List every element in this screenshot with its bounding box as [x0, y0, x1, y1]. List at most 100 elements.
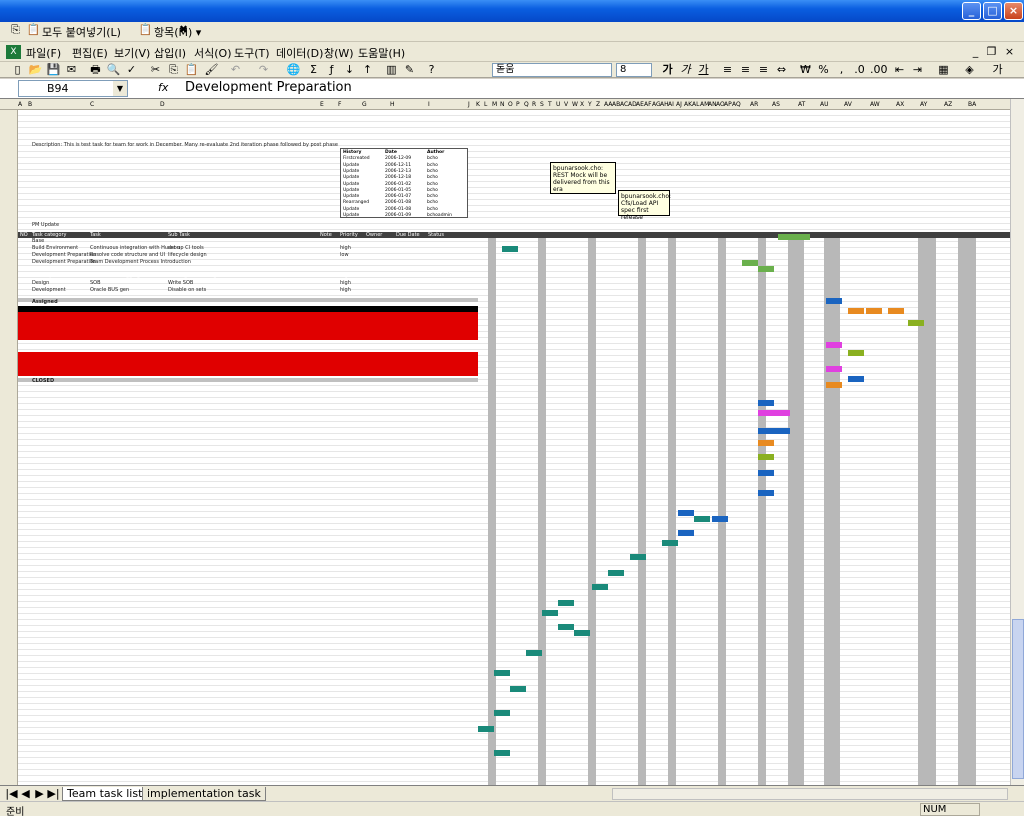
column-header[interactable]: AZ — [944, 101, 952, 108]
table-cell[interactable]: Development Preparation — [32, 252, 96, 258]
column-header[interactable]: AL — [692, 101, 699, 108]
decrease-decimal-icon[interactable]: .00 — [870, 63, 888, 77]
column-header[interactable]: AU — [820, 101, 829, 108]
name-box[interactable]: B94 ▼ — [18, 80, 128, 97]
maximize-button[interactable]: □ — [983, 2, 1002, 20]
column-header[interactable]: E — [320, 101, 324, 108]
history-cell[interactable]: bcho — [427, 169, 438, 174]
underline-icon[interactable]: 가 — [696, 63, 711, 77]
table-cell[interactable]: Oracle BUS gen — [90, 287, 129, 293]
open-icon[interactable]: 📂 — [28, 63, 43, 77]
history-cell[interactable]: 2006-01-02 — [385, 182, 411, 187]
table-column-header[interactable]: Priority — [340, 232, 358, 238]
history-cell[interactable]: Author — [427, 150, 444, 155]
column-header[interactable]: Q — [524, 101, 529, 108]
menu-edit[interactable]: 편집(E) — [72, 45, 108, 61]
formula-input[interactable]: Development Preparation — [185, 80, 352, 95]
table-cell[interactable]: Team Development Process Introduction — [90, 259, 191, 265]
history-cell[interactable]: Update — [343, 169, 359, 174]
history-cell[interactable]: 2006-01-08 — [385, 207, 411, 212]
history-cell[interactable]: bcho — [427, 156, 438, 161]
decrease-indent-icon[interactable]: ⇤ — [892, 63, 907, 77]
history-cell[interactable]: bcho — [427, 163, 438, 168]
table-cell[interactable]: Design — [32, 280, 49, 286]
spelling-icon[interactable]: ✓ — [124, 63, 139, 77]
column-header[interactable]: AS — [772, 101, 780, 108]
column-header[interactable]: AR — [750, 101, 758, 108]
doc-restore-icon[interactable]: ❐ — [984, 45, 999, 59]
history-cell[interactable]: 2006-01-09 — [385, 213, 411, 218]
column-header[interactable]: F — [338, 101, 341, 108]
table-cell[interactable]: SOB — [90, 280, 101, 286]
column-header[interactable]: BA — [968, 101, 976, 108]
history-cell[interactable]: 2006-12-18 — [385, 175, 411, 180]
currency-icon[interactable]: ₩ — [798, 63, 813, 77]
history-cell[interactable]: Update — [343, 188, 359, 193]
column-header[interactable]: I — [428, 101, 430, 108]
history-cell[interactable]: 2006-01-07 — [385, 194, 411, 199]
column-header[interactable]: AY — [920, 101, 927, 108]
table-cell[interactable]: Development Preparation — [32, 259, 96, 265]
column-header[interactable]: AJ — [676, 101, 682, 108]
first-sheet-icon[interactable]: |◀ — [4, 787, 19, 801]
table-cell[interactable]: low — [340, 252, 349, 258]
table-cell[interactable]: Disable on sets — [168, 287, 206, 293]
column-header[interactable]: Z — [596, 101, 600, 108]
menu-view[interactable]: 보기(V) — [114, 45, 150, 61]
copy-toolbar-icon[interactable]: ⎘ — [166, 63, 181, 77]
fill-color-icon[interactable]: ◈ — [962, 63, 977, 77]
column-header[interactable]: O — [508, 101, 513, 108]
table-cell[interactable]: Base — [32, 238, 44, 244]
column-header[interactable]: AQ — [732, 101, 741, 108]
tab-implementation-task[interactable]: implementation task — [142, 787, 266, 801]
history-cell[interactable]: 2006-12-13 — [385, 169, 411, 174]
chevron-down-icon[interactable]: ▼ — [113, 81, 127, 96]
menu-insert[interactable]: 삽입(I) — [154, 45, 186, 61]
merge-center-icon[interactable]: ⇔ — [774, 63, 789, 77]
history-cell[interactable]: 2006-01-08 — [385, 200, 411, 205]
menu-file[interactable]: 파일(F) — [26, 45, 61, 61]
column-header[interactable]: T — [548, 101, 552, 108]
save-icon[interactable]: 💾 — [46, 63, 61, 77]
column-header[interactable]: AF — [644, 101, 652, 108]
column-header[interactable]: V — [564, 101, 568, 108]
table-cell[interactable]: set up CI tools — [168, 245, 204, 251]
table-cell[interactable]: Centralized Logging — [90, 266, 140, 272]
copy-icon[interactable]: ⎘ — [8, 23, 23, 37]
column-header[interactable]: S — [540, 101, 544, 108]
table-cell[interactable]: CoP implementation — [32, 266, 83, 272]
column-header[interactable]: L — [484, 101, 487, 108]
table-cell[interactable]: Resolve code structure and UI — [90, 252, 165, 258]
minimize-button[interactable]: _ — [962, 2, 981, 20]
new-icon[interactable]: ▯ — [10, 63, 25, 77]
table-column-header[interactable]: Owner — [366, 232, 382, 238]
next-sheet-icon[interactable]: ▶ — [32, 787, 47, 801]
print-preview-icon[interactable]: 🔍 — [106, 63, 121, 77]
column-header[interactable]: AB — [612, 101, 620, 108]
table-cell[interactable]: lifecycle design — [168, 252, 207, 258]
tab-team-task-list[interactable]: Team task list — [62, 787, 148, 801]
column-header[interactable]: K — [476, 101, 480, 108]
sort-desc-icon[interactable]: ↑ — [360, 63, 375, 77]
drawing-icon[interactable]: ✎ — [402, 63, 417, 77]
menu-data[interactable]: 데이터(D) — [276, 45, 323, 61]
table-cell[interactable]: Routing table design — [168, 273, 220, 279]
table-column-header[interactable]: Note — [320, 232, 332, 238]
table-cell[interactable]: high — [340, 280, 351, 286]
history-cell[interactable]: bchoadmin — [427, 213, 452, 218]
history-cell[interactable]: 2006-12-11 — [385, 163, 411, 168]
undo-icon[interactable]: ↶ — [228, 63, 243, 77]
prev-sheet-icon[interactable]: ◀ — [18, 787, 33, 801]
align-center-icon[interactable]: ≡ — [738, 63, 753, 77]
print-icon[interactable]: 🖶 — [88, 63, 103, 77]
table-cell[interactable]: Continuous integration with Hudson — [90, 245, 180, 251]
horizontal-scrollbar[interactable] — [612, 788, 1008, 800]
history-cell[interactable]: bcho — [427, 175, 438, 180]
increase-indent-icon[interactable]: ⇥ — [910, 63, 925, 77]
increase-decimal-icon[interactable]: .0 — [852, 63, 867, 77]
history-cell[interactable]: bcho — [427, 200, 438, 205]
column-header[interactable]: AX — [896, 101, 904, 108]
cut-icon[interactable]: ✂ — [148, 63, 163, 77]
column-header[interactable]: AV — [844, 101, 852, 108]
function-icon[interactable]: ƒ — [324, 63, 339, 77]
